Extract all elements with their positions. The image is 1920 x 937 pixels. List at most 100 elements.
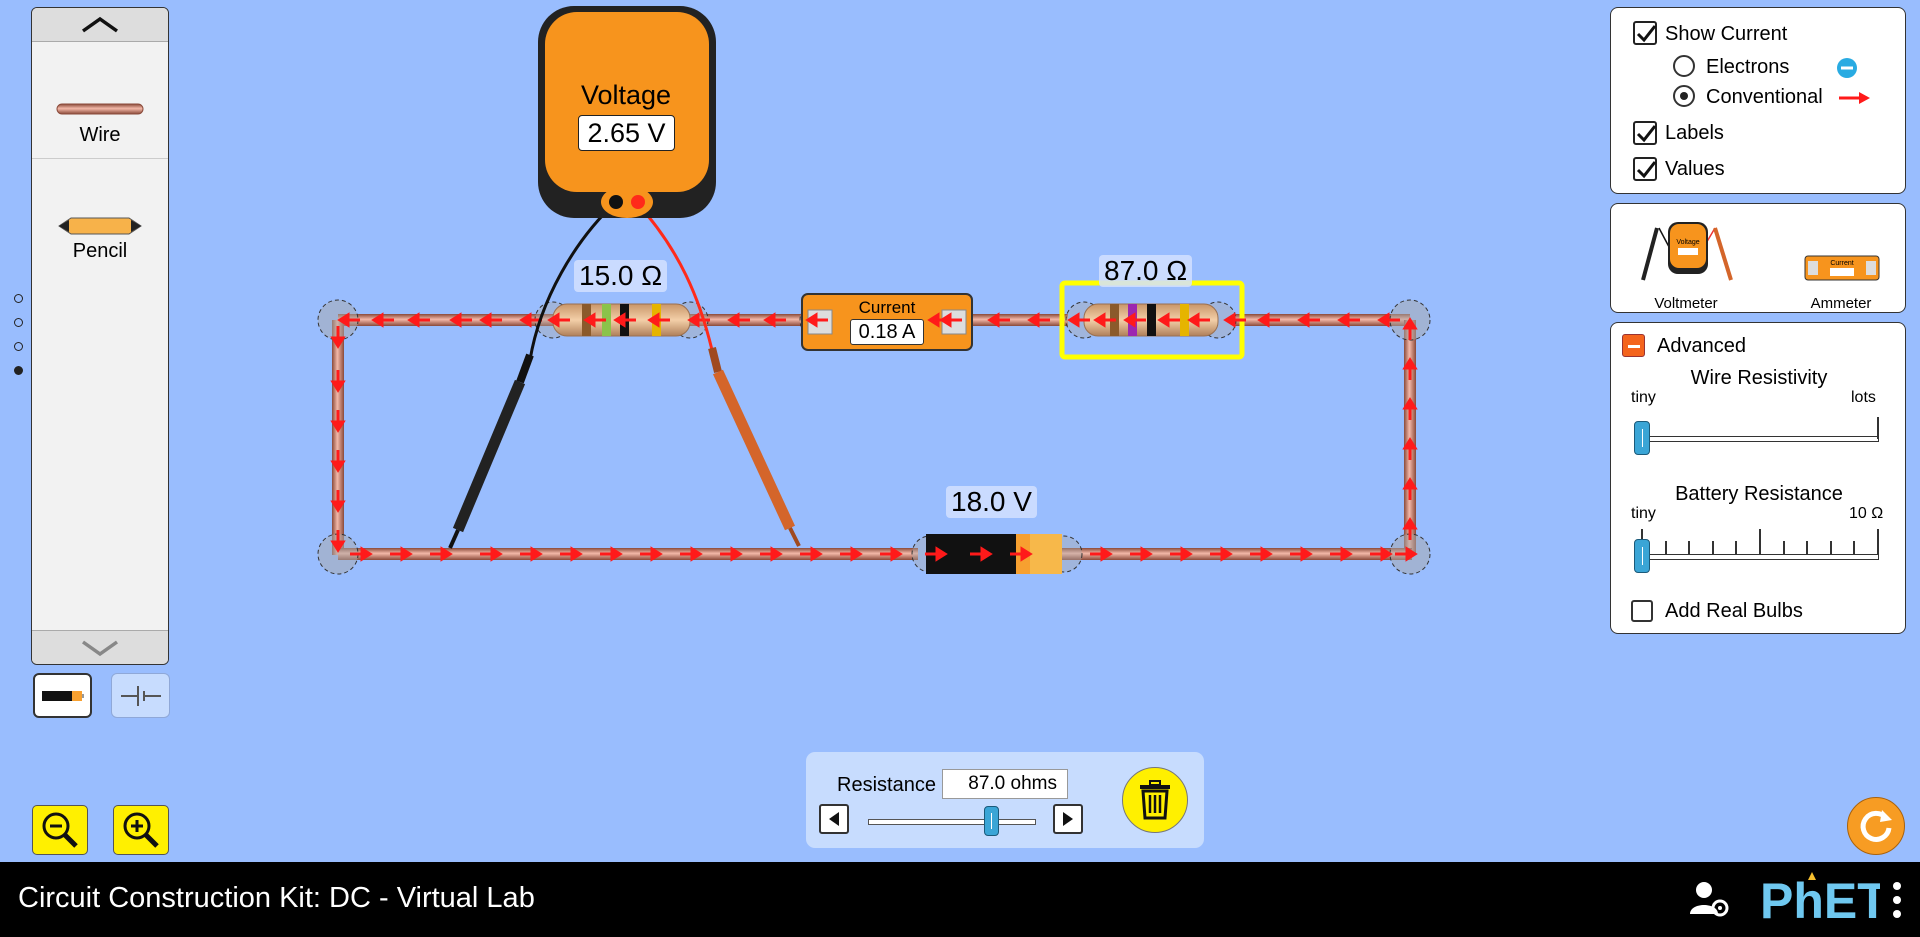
conventional-arrow-icon — [1839, 92, 1870, 104]
advanced-title: Advanced — [1657, 335, 1746, 357]
battery-resistance-tick — [1688, 541, 1691, 554]
wire-resistivity-slider[interactable] — [1634, 415, 1879, 455]
wire-icon — [56, 103, 144, 115]
voltmeter-reading: 2.65 V — [578, 115, 675, 151]
carousel-down-button[interactable] — [32, 630, 168, 664]
voltmeter-body[interactable] — [538, 6, 716, 218]
voltmeter-red-probe[interactable] — [708, 347, 801, 547]
advanced-collapse-button[interactable] — [1622, 334, 1645, 357]
wire-bottom-right[interactable] — [1062, 548, 1412, 560]
pencil-label: Pencil — [72, 240, 128, 262]
phet-menu-button[interactable] — [1891, 880, 1903, 920]
accessibility-preferences-button[interactable] — [1688, 878, 1730, 920]
schematic-icon — [120, 685, 161, 706]
trash-icon — [1140, 780, 1170, 820]
ammeter-icon: Current — [1804, 255, 1880, 281]
add-real-bulbs-checkbox[interactable] — [1631, 600, 1653, 622]
zoom-out-button[interactable] — [32, 805, 88, 855]
ammeter-icon-text: Current — [1830, 260, 1853, 267]
resistance-decrease-button[interactable] — [819, 804, 849, 834]
battery-resistance-tick — [1711, 541, 1714, 554]
battery-resistance-tick — [1782, 541, 1785, 554]
carousel-page-dots — [14, 294, 24, 390]
kebab-menu-icon — [1893, 882, 1901, 918]
user-settings-icon — [1690, 882, 1729, 917]
toolbox-item-wire[interactable]: Wire — [32, 100, 168, 147]
wire-resistivity-thumb[interactable] — [1634, 421, 1650, 455]
display-options-panel: Show Current Electrons Conventional Labe… — [1610, 7, 1906, 194]
wire-left-vertical[interactable] — [332, 320, 344, 555]
voltmeter-icon: Voltage — [1641, 222, 1733, 281]
carousel-up-button[interactable] — [32, 8, 168, 42]
schematic-view-button[interactable] — [111, 673, 170, 718]
page-dot-2[interactable] — [14, 318, 23, 327]
lifelike-view-button[interactable] — [33, 673, 92, 718]
battery-resistance-tick — [1735, 541, 1738, 554]
delete-button[interactable] — [1122, 767, 1188, 833]
checkmark-icon — [1636, 125, 1657, 143]
toolbox-item-pencil[interactable]: Pencil — [32, 214, 168, 263]
sim-title: Circuit Construction Kit: DC - Virtual L… — [18, 882, 535, 914]
phet-logo[interactable]: PhET — [1756, 868, 1888, 930]
labels-checkbox[interactable] — [1633, 121, 1657, 145]
battery-resistance-title: Battery Resistance — [1675, 483, 1843, 505]
wire-top-mid-right[interactable] — [968, 314, 1068, 326]
wire-resistivity-title: Wire Resistivity — [1690, 367, 1828, 389]
voltmeter-title: Voltage — [580, 80, 672, 110]
add-real-bulbs-label: Add Real Bulbs — [1665, 600, 1803, 622]
ammeter-tool[interactable]: Current Ammeter — [1791, 214, 1891, 312]
voltmeter-tool[interactable]: Voltage Voltmeter — [1631, 214, 1741, 312]
resistor-87-label: 87.0 Ω — [1099, 255, 1193, 287]
page-dot-3[interactable] — [14, 342, 23, 351]
triangle-right-icon — [1063, 812, 1073, 826]
ammeter-reading: 0.18 A — [850, 319, 924, 345]
checkmark-icon — [1636, 161, 1657, 179]
chevron-up-icon — [81, 16, 119, 32]
reset-icon — [1860, 810, 1892, 842]
zoom-in-icon — [123, 812, 159, 848]
phet-logo-icon: PhET — [1760, 872, 1888, 929]
battery-resistance-tick — [1853, 541, 1856, 554]
conventional-label: Conventional — [1706, 86, 1823, 108]
battery-resistance-tick — [1664, 541, 1667, 554]
voltmeter-icon-text: Voltage — [1676, 239, 1699, 246]
page-dot-1[interactable] — [14, 294, 23, 303]
show-current-label: Show Current — [1665, 23, 1788, 45]
component-carousel: Wire Pencil — [31, 7, 169, 665]
ammeter-tool-label: Ammeter — [1810, 295, 1872, 312]
resistance-label: Resistance — [837, 774, 936, 796]
sensor-toolbox-panel: Voltage Voltmeter Current Ammeter — [1610, 203, 1906, 313]
navigation-bar: Circuit Construction Kit: DC - Virtual L… — [0, 862, 1920, 937]
conventional-radio[interactable] — [1673, 85, 1695, 107]
zoom-in-button[interactable] — [113, 805, 169, 855]
chevron-down-icon — [81, 640, 119, 656]
wire-bottom-left[interactable] — [338, 548, 918, 560]
pencil-icon — [58, 217, 142, 235]
battery-resistance-max: 10 Ω — [1849, 505, 1884, 522]
resistance-editor: Resistance 87.0 ohms — [806, 752, 1204, 848]
battery-label: 18.0 V — [946, 486, 1037, 518]
battery-resistance-tick — [1877, 529, 1879, 554]
page-dot-4[interactable] — [14, 366, 23, 375]
battery-resistance-slider[interactable] — [1634, 529, 1879, 573]
checkmark-icon — [1636, 25, 1657, 43]
resistance-slider-thumb[interactable] — [983, 806, 999, 836]
reset-all-button[interactable] — [1847, 797, 1905, 855]
minus-icon — [1628, 345, 1640, 348]
electron-icon — [1837, 58, 1857, 78]
battery-resistance-thumb[interactable] — [1634, 539, 1650, 573]
resistance-slider[interactable] — [868, 806, 1036, 836]
labels-label: Labels — [1665, 122, 1724, 144]
resistance-increase-button[interactable] — [1053, 804, 1083, 834]
voltmeter-tool-label: Voltmeter — [1654, 295, 1718, 312]
battery-resistance-tick — [1806, 541, 1809, 554]
battery-resistance-tick — [1829, 541, 1832, 554]
show-current-checkbox[interactable] — [1633, 21, 1657, 45]
zoom-out-icon — [42, 812, 78, 848]
phet-logo-text: PhET — [1760, 873, 1880, 929]
battery-resistance-tick — [1759, 529, 1761, 554]
voltmeter-black-probe[interactable] — [448, 353, 534, 549]
electrons-radio[interactable] — [1673, 55, 1695, 77]
resistor-15-label: 15.0 Ω — [574, 260, 668, 292]
values-checkbox[interactable] — [1633, 157, 1657, 181]
